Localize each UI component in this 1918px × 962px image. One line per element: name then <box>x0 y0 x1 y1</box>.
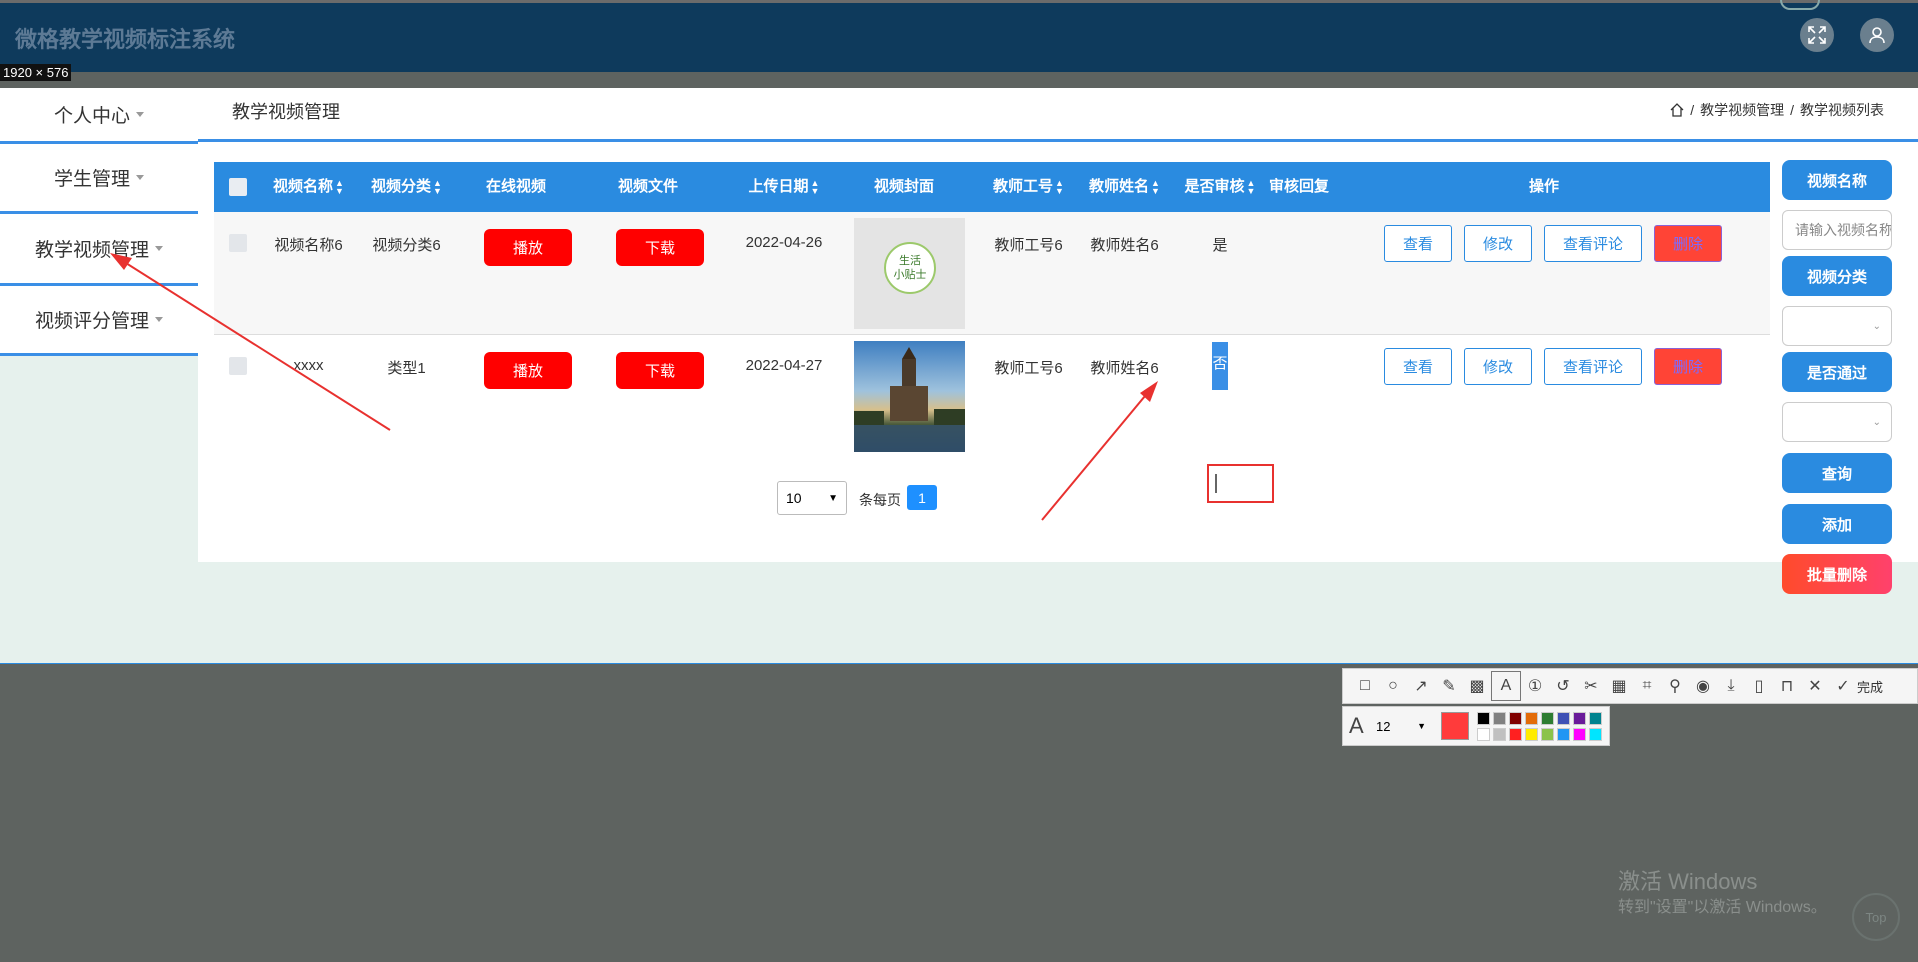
color-swatch[interactable] <box>1541 712 1554 725</box>
cut-icon[interactable]: ✂ <box>1577 672 1605 700</box>
number-tool-icon[interactable]: ① <box>1521 672 1549 700</box>
color-swatch[interactable] <box>1573 728 1586 741</box>
activation-watermark-sub: 转到"设置"以激活 Windows。 <box>1618 899 1827 916</box>
done-button[interactable]: 完成 <box>1857 677 1883 696</box>
arrow-head <box>110 253 132 270</box>
font-icon: A <box>1349 713 1364 738</box>
text-style-bar: A 12 ▼ <box>1342 706 1610 746</box>
text-tool-icon[interactable]: A <box>1491 671 1521 701</box>
color-swatch[interactable] <box>1509 712 1522 725</box>
bookmark-icon[interactable]: ⊓ <box>1773 672 1801 700</box>
scan-icon[interactable]: ⌗ <box>1633 672 1661 700</box>
pen-tool-icon[interactable]: ✎ <box>1435 672 1463 700</box>
color-swatch[interactable] <box>1573 712 1586 725</box>
activation-watermark: 激活 Windows <box>1618 869 1758 894</box>
color-swatch[interactable] <box>1477 712 1490 725</box>
color-swatch[interactable] <box>1557 712 1570 725</box>
color-swatch[interactable] <box>1541 728 1554 741</box>
color-swatch[interactable] <box>1589 712 1602 725</box>
mosaic-tool-icon[interactable]: ▩ <box>1463 672 1491 700</box>
arrow-tool-icon[interactable]: ↗ <box>1407 672 1435 700</box>
undo-icon[interactable]: ↺ <box>1549 672 1577 700</box>
back-to-top-button[interactable]: Top <box>1852 893 1900 941</box>
ellipse-tool-icon[interactable]: ○ <box>1379 672 1407 700</box>
download-icon[interactable]: ⤓ <box>1717 672 1745 700</box>
color-swatch[interactable] <box>1493 712 1506 725</box>
pin-icon[interactable]: ⚲ <box>1661 672 1689 700</box>
current-color-swatch[interactable] <box>1441 712 1469 740</box>
screenshot-toolbar: □ ○ ↗ ✎ ▩ A ① ↺ ✂ ▦ ⌗ ⚲ ◉ ⤓ ▯ ⊓ ✕ ✓ 完成 <box>1342 668 1918 704</box>
color-swatch[interactable] <box>1509 728 1522 741</box>
annotation-box <box>1207 464 1274 503</box>
color-swatch[interactable] <box>1493 728 1506 741</box>
color-swatch[interactable] <box>1589 728 1602 741</box>
color-swatch[interactable] <box>1477 728 1490 741</box>
record-icon[interactable]: ◉ <box>1689 672 1717 700</box>
color-swatch[interactable] <box>1557 728 1570 741</box>
ocr-icon[interactable]: ▦ <box>1605 672 1633 700</box>
close-icon[interactable]: ✕ <box>1801 672 1829 700</box>
rectangle-tool-icon[interactable]: □ <box>1351 672 1379 700</box>
check-icon[interactable]: ✓ <box>1829 672 1857 700</box>
phone-icon[interactable]: ▯ <box>1745 672 1773 700</box>
font-size-select[interactable]: 12 ▼ <box>1376 715 1426 737</box>
color-swatch[interactable] <box>1525 712 1538 725</box>
annotation-layer <box>110 253 1274 521</box>
color-swatch[interactable] <box>1525 728 1538 741</box>
